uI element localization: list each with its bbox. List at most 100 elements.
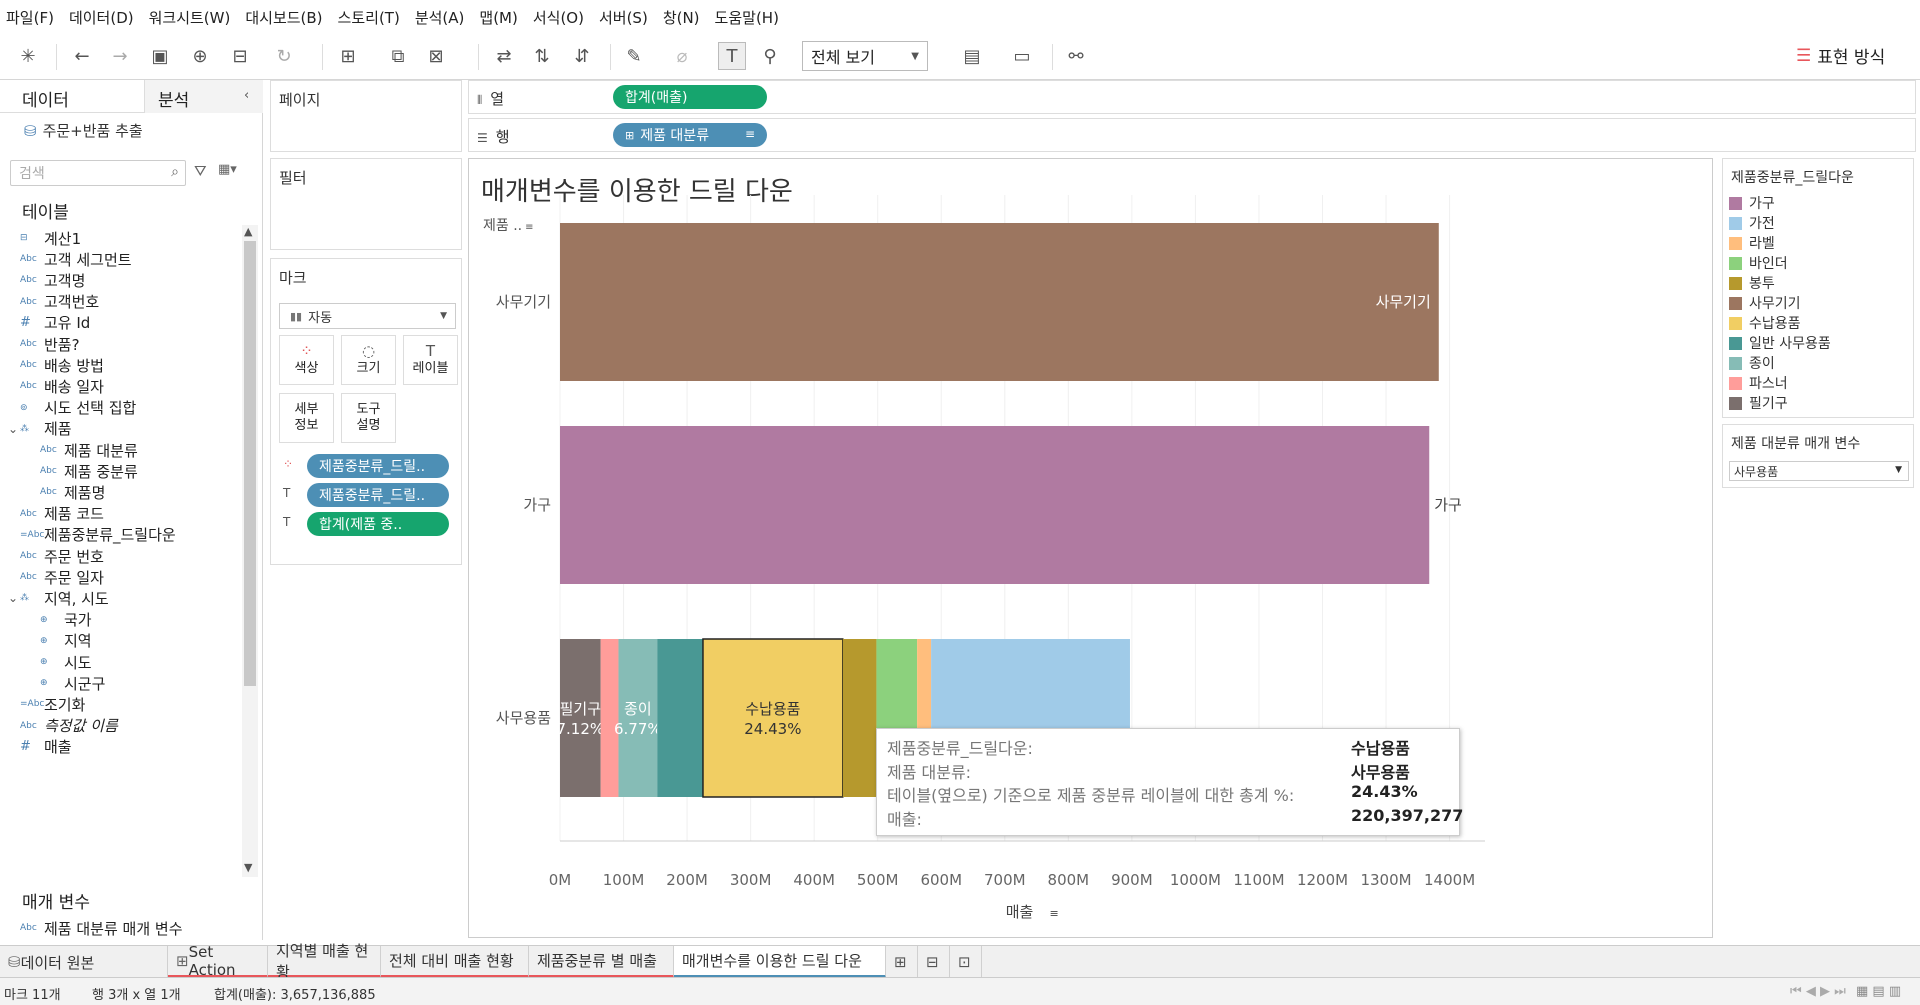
scroll-up-icon[interactable]: ▲ — [244, 225, 252, 238]
clear-sheet-icon[interactable]: ⊠ — [422, 42, 450, 70]
legend-item[interactable]: 사무기기 — [1729, 293, 1801, 313]
scroll-down-icon[interactable]: ▼ — [244, 861, 252, 874]
new-worksheet-icon[interactable]: ⊞ — [334, 42, 362, 70]
bar-segment[interactable] — [560, 223, 1439, 381]
sheet-tab[interactable]: 지역별 매출 현황 — [268, 942, 381, 981]
bar-segment[interactable] — [842, 639, 877, 797]
marks-pill[interactable]: 제품중분류_드릴.. — [307, 454, 449, 478]
legend-item[interactable]: 필기구 — [1729, 393, 1788, 413]
sort-descending-icon[interactable]: ⇵ — [568, 42, 596, 70]
columns-pill-sum-sales[interactable]: 합계(매출) — [613, 85, 767, 109]
bar-segment[interactable] — [560, 426, 1430, 584]
bar-segment[interactable] — [657, 639, 703, 797]
marks-pill[interactable]: 합계(제품 중.. — [307, 512, 449, 536]
legend-item[interactable]: 봉투 — [1729, 273, 1775, 293]
view-options-icon[interactable]: ▦▾ — [218, 162, 237, 177]
menu-item[interactable]: 스토리(T) — [338, 7, 400, 28]
legend-item[interactable]: 일반 사무용품 — [1729, 333, 1831, 353]
mark-type-dropdown[interactable]: ▮▮ 자동 ▼ — [279, 303, 456, 329]
sheet-tab[interactable]: 제품중분류 별 매출 — [529, 946, 674, 978]
bar-segment[interactable] — [560, 639, 601, 797]
redo-icon[interactable]: → — [106, 42, 134, 70]
show-mark-labels-icon[interactable]: T — [718, 42, 746, 70]
view-mode-dropdown[interactable]: 전체 보기 ▼ — [802, 41, 928, 71]
sheet-tab[interactable]: 매개변수를 이용한 드릴 다운 — [674, 946, 886, 978]
menu-item[interactable]: 서버(S) — [599, 7, 648, 28]
field-list-scrollbar[interactable]: ▲ ▼ — [242, 225, 258, 877]
legend-item[interactable]: 라벨 — [1729, 233, 1775, 253]
legend-item[interactable]: 가전 — [1729, 213, 1775, 233]
marks-pill-text: 제품중분류_드릴.. — [319, 488, 426, 504]
tooltip-key: 제품 대분류: — [887, 762, 972, 782]
show-me-button[interactable]: ☰ 표현 방식 — [1796, 43, 1885, 69]
menu-item[interactable]: 도움말(H) — [715, 7, 779, 28]
field-label: 지역 — [64, 632, 92, 651]
new-worksheet-icon[interactable]: ⊞ — [886, 946, 918, 978]
parameter-dropdown[interactable]: 사무용품 ▼ — [1729, 461, 1909, 481]
parameter-item[interactable]: Abc 제품 대분류 매개 변수 — [20, 916, 183, 940]
presentation-mode-icon[interactable]: ▭ — [1008, 42, 1036, 70]
bar-segment[interactable] — [618, 639, 658, 797]
legend-item[interactable]: 바인더 — [1729, 253, 1788, 273]
pages-shelf[interactable]: 페이지 — [270, 80, 462, 152]
sheet-navigation-icon[interactable]: ⏮ ◀ ▶ ⏭ — [1790, 984, 1846, 999]
rows-pill-category[interactable]: ⊞ 제품 대분류 ≡ — [613, 123, 767, 147]
menu-item[interactable]: 창(N) — [663, 7, 700, 28]
duplicate-sheet-icon[interactable]: ⧉ — [384, 42, 412, 70]
new-story-icon[interactable]: ⊡ — [950, 946, 982, 978]
new-datasource-icon[interactable]: ⊕ — [186, 42, 214, 70]
tooltip-button[interactable]: 도구 설명 — [341, 393, 396, 443]
menu-item[interactable]: 대시보드(B) — [245, 7, 322, 28]
y-category-label: 사무용품 — [496, 709, 551, 727]
new-dashboard-icon[interactable]: ⊟ — [918, 946, 950, 978]
search-input[interactable]: 검색 ⌕ — [10, 160, 186, 186]
legend-item[interactable]: 가구 — [1729, 193, 1775, 213]
legend-item[interactable]: 종이 — [1729, 353, 1775, 373]
fix-axes-icon[interactable]: ⚲ — [756, 42, 784, 70]
size-button[interactable]: ◌ 크기 — [341, 335, 396, 385]
group-members-icon[interactable]: ⌀ — [668, 42, 696, 70]
sort-ascending-icon[interactable]: ⇅ — [528, 42, 556, 70]
save-icon[interactable]: ▣ — [146, 42, 174, 70]
tab-data[interactable]: 데이터 — [22, 86, 69, 111]
legend-item[interactable]: 파스너 — [1729, 373, 1788, 393]
undo-icon[interactable]: ← — [68, 42, 96, 70]
menu-item[interactable]: 데이터(D) — [69, 7, 134, 28]
menu-item[interactable]: 맵(M) — [479, 7, 517, 28]
pause-updates-icon[interactable]: ⊟ — [226, 42, 254, 70]
show-cards-icon[interactable]: ▤ — [958, 42, 986, 70]
sheet-tab[interactable]: ⊞ Set Action — [168, 943, 268, 979]
refresh-icon[interactable]: ↻ — [270, 42, 298, 70]
color-button[interactable]: ⁘ 색상 — [279, 335, 334, 385]
bar-segment[interactable] — [702, 638, 844, 798]
color-legend: 제품중분류_드릴다운 가구 가전 라벨 바인더 봉투 사무기기 수납용품 일반 사무용품 종이 파… — [1722, 158, 1914, 418]
bar-label: 필기구 — [560, 700, 601, 718]
menu-item[interactable]: 분석(A) — [415, 7, 465, 28]
tab-analysis[interactable]: 분석 — [158, 86, 189, 111]
bar-segment[interactable] — [600, 639, 619, 797]
menu-item[interactable]: 워크시트(W) — [149, 7, 231, 28]
rows-shelf[interactable]: ☰ 행 ⊞ 제품 대분류 ≡ — [468, 118, 1916, 152]
sheet-sorter-icon[interactable]: ▦ ▤ ▥ — [1856, 984, 1901, 999]
highlight-icon[interactable]: ✎ — [620, 42, 648, 70]
filters-shelf[interactable]: 필터 — [270, 158, 462, 250]
sheet-tab[interactable]: ⛁ 데이터 원본 — [0, 946, 168, 978]
share-icon[interactable]: ⚯ — [1062, 42, 1090, 70]
legend-item[interactable]: 수납용품 — [1729, 313, 1801, 333]
columns-shelf[interactable]: ⦀ 열 합계(매출) — [468, 80, 1916, 114]
field-item[interactable]: # 매출 — [20, 735, 72, 759]
label-button[interactable]: T 레이블 — [403, 335, 458, 385]
menu-item[interactable]: 서식(O) — [533, 7, 584, 28]
sheet-tab[interactable]: 전체 대비 매출 현황 — [381, 946, 529, 978]
expand-chevron-icon[interactable]: ⌄ — [8, 422, 18, 436]
filter-icon[interactable]: ⛛ — [194, 162, 207, 180]
menu-item[interactable]: 파일(F) — [6, 7, 54, 28]
swap-rows-columns-icon[interactable]: ⇄ — [490, 42, 518, 70]
marks-pill[interactable]: 제품중분류_드릴.. — [307, 483, 449, 507]
datasource-item[interactable]: ⛁ 주문+반품 추출 — [24, 120, 143, 141]
collapse-pane-icon[interactable]: ‹ — [244, 88, 249, 103]
tableau-logo-icon[interactable]: ✳ — [14, 42, 42, 70]
expand-chevron-icon[interactable]: ⌄ — [8, 591, 18, 605]
detail-button[interactable]: 세부 정보 — [279, 393, 334, 443]
scroll-thumb[interactable] — [244, 241, 256, 686]
